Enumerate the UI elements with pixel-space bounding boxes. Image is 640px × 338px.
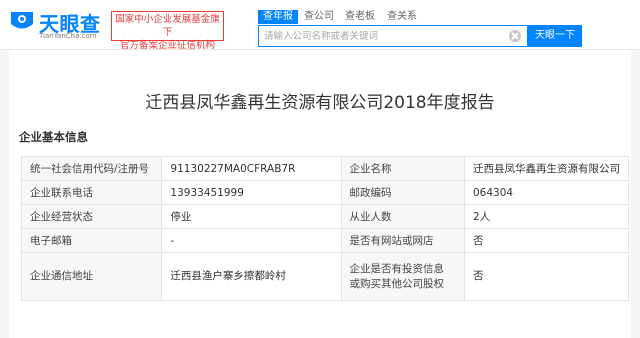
value-phone: 13933451999: [161, 180, 342, 205]
label-employees: 从业人数: [340, 204, 465, 229]
label-postal-code: 邮政编码: [340, 180, 465, 205]
label-has-investment-line-1: 企业是否有投资信息: [349, 262, 445, 275]
label-address: 企业通信地址: [20, 252, 163, 301]
logo-subtext: TianYanCha.com: [39, 32, 97, 40]
value-business-status: 停业: [161, 204, 342, 229]
label-company-name: 企业名称: [340, 156, 465, 181]
report-content: 迁西县凤华鑫再生资源有限公司2018年度报告 企业基本信息 统一社会信用代码/注…: [9, 50, 631, 338]
clear-icon[interactable]: [509, 30, 521, 42]
search-input[interactable]: [264, 29, 504, 44]
basic-info-table: 统一社会信用代码/注册号 91130227MA0CFRAB7R 企业名称 迁西县…: [20, 156, 630, 301]
official-notice-badge: 国家中小企业发展基金旗下 官方备案企业征信机构: [111, 11, 224, 51]
label-email: 电子邮箱: [20, 228, 163, 253]
table-row: 企业联系电话 13933451999 邮政编码 064304: [20, 180, 630, 205]
label-has-investment-line-2: 或购买其他公司股权: [349, 277, 445, 290]
tab-boss[interactable]: 查老板: [345, 10, 375, 24]
search-button[interactable]: 天眼一下: [528, 25, 582, 47]
value-employees: 2人: [463, 204, 630, 229]
search-box: [258, 25, 528, 47]
top-header: 天眼查 TianYanCha.com 国家中小企业发展基金旗下 官方备案企业征信…: [0, 0, 640, 51]
label-has-investment: 企业是否有投资信息 或购买其他公司股权: [340, 252, 465, 301]
section-title: 企业基本信息: [19, 130, 88, 144]
value-has-website: 否: [463, 228, 630, 253]
report-title: 迁西县凤华鑫再生资源有限公司2018年度报告: [145, 93, 495, 113]
notice-line-1: 国家中小企业发展基金旗下: [115, 14, 220, 38]
value-postal-code: 064304: [463, 180, 630, 205]
tab-company[interactable]: 查公司: [304, 10, 334, 24]
table-row: 电子邮箱 - 是否有网站或网店 否: [20, 228, 630, 253]
table-row: 统一社会信用代码/注册号 91130227MA0CFRAB7R 企业名称 迁西县…: [20, 156, 630, 181]
label-has-website: 是否有网站或网店: [340, 228, 465, 253]
value-credit-code: 91130227MA0CFRAB7R: [161, 156, 342, 181]
tianyancha-logo[interactable]: 天眼查 TianYanCha.com: [9, 8, 109, 42]
value-address: 迁西县渔户寨乡擦都岭村: [161, 252, 342, 301]
label-business-status: 企业经营状态: [20, 204, 163, 229]
table-row: 企业通信地址 迁西县渔户寨乡擦都岭村 企业是否有投资信息 或购买其他公司股权 否: [20, 252, 630, 301]
tab-relation[interactable]: 查关系: [387, 10, 417, 24]
logo-eye-icon: [11, 12, 33, 29]
label-credit-code: 统一社会信用代码/注册号: [20, 156, 163, 181]
label-phone: 企业联系电话: [20, 180, 163, 205]
table-row: 企业经营状态 停业 从业人数 2人: [20, 204, 630, 229]
tab-annual-report[interactable]: 查年报: [258, 10, 298, 24]
value-company-name: 迁西县凤华鑫再生资源有限公司: [463, 156, 630, 181]
value-email: -: [161, 228, 342, 253]
value-has-investment: 否: [463, 252, 630, 301]
